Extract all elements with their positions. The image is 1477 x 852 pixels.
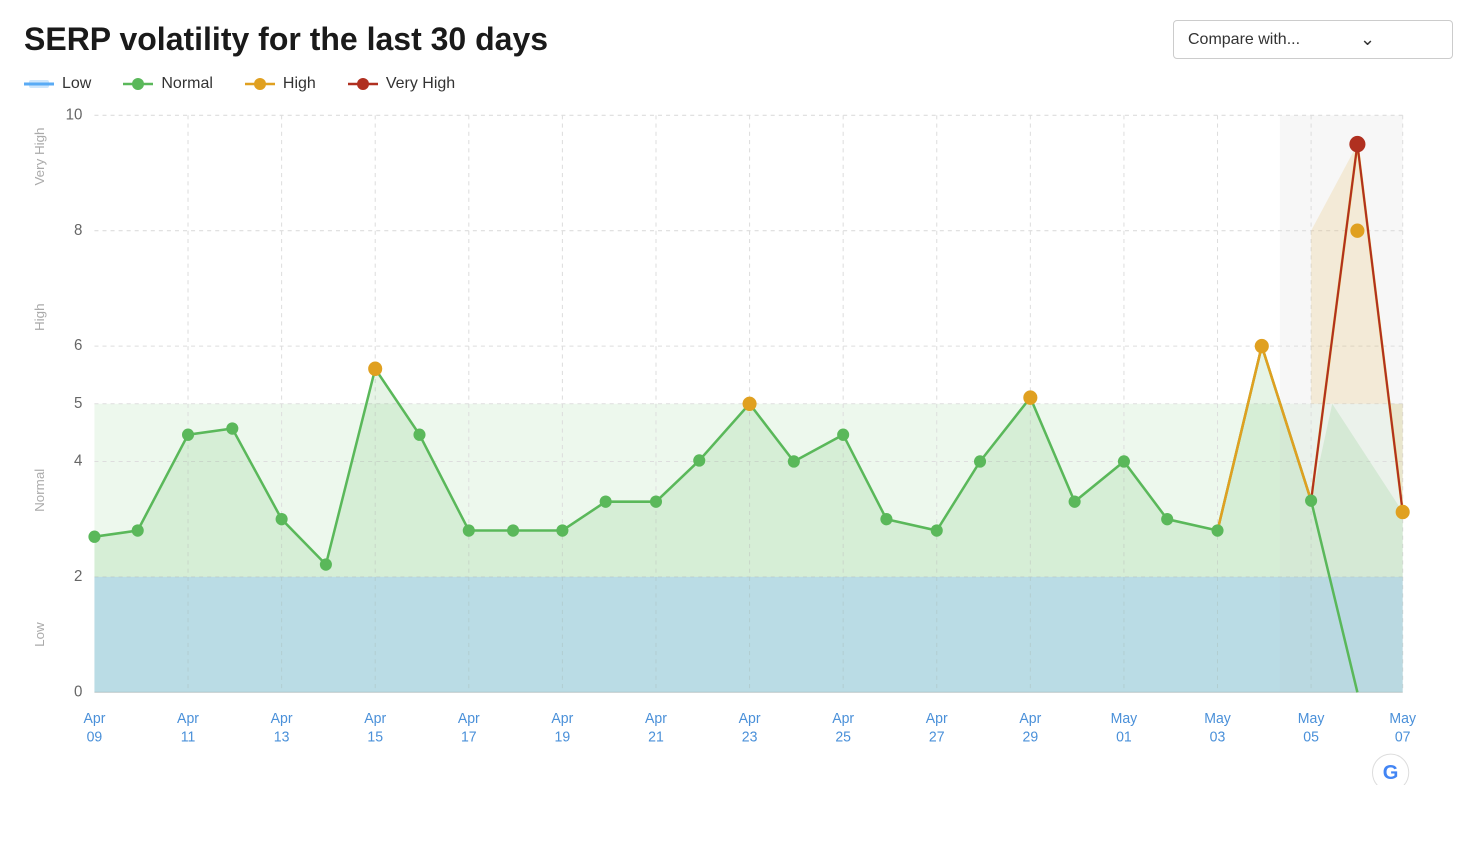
y-label-4: 4 [74,452,83,469]
x-label-may01b: 01 [1116,730,1132,746]
x-label-apr15b: 15 [367,730,383,746]
dot-may05-high [1350,223,1364,237]
chart-container: 0 2 4 5 6 8 10 Low Normal High Very High [24,105,1453,785]
y-label-6: 6 [74,337,82,354]
band-label-normal: Normal [32,469,47,512]
x-label-apr17: Apr [458,711,480,727]
dot-may01 [1118,455,1130,467]
x-label-may01: May [1111,711,1138,727]
dot-apr16 [413,429,425,441]
svg-text:G: G [1383,762,1399,784]
dot-apr22 [693,454,705,466]
dot-apr24 [788,455,800,467]
x-label-apr23b: 23 [742,730,758,746]
x-label-apr19: Apr [551,711,573,727]
x-label-may05b: 05 [1303,730,1319,746]
x-label-apr29b: 29 [1023,730,1039,746]
x-label-may07b: 07 [1395,730,1411,746]
dot-apr19b [556,524,568,536]
x-label-may07: May [1389,711,1416,727]
volatility-chart: 0 2 4 5 6 8 10 Low Normal High Very High [24,105,1453,785]
dot-apr28 [974,455,986,467]
page-header: SERP volatility for the last 30 days Com… [24,20,1453,59]
band-label-very-high: Very High [32,128,47,186]
legend-item-low: Low [24,75,91,93]
legend-item-normal: Normal [123,75,213,93]
dot-apr25 [837,429,849,441]
dot-apr12 [226,422,238,434]
x-label-apr15: Apr [364,711,386,727]
y-label-0: 0 [74,683,82,700]
dot-apr14 [320,558,332,570]
compare-label: Compare with... [1188,31,1300,49]
x-label-apr27b: 27 [929,730,945,746]
dot-apr26 [880,513,892,525]
x-label-apr13: Apr [271,711,293,727]
y-label-5: 5 [74,395,82,412]
x-label-apr11b: 11 [181,730,196,746]
x-label-may03: May [1204,711,1231,727]
compare-dropdown[interactable]: Compare with... ⌄ [1173,20,1453,59]
x-label-apr21b: 21 [648,730,664,746]
x-label-apr25: Apr [832,711,854,727]
dot-apr13 [276,513,288,525]
dot-apr20 [600,495,612,507]
x-label-apr17b: 17 [461,730,477,746]
x-label-may03b: 03 [1210,730,1226,746]
dot-may03 [1211,524,1223,536]
x-label-may05: May [1298,711,1325,727]
x-label-apr25b: 25 [835,730,851,746]
y-label-10: 10 [66,106,83,123]
legend-item-high: High [245,75,316,93]
dot-apr23-high [743,397,757,411]
band-label-low: Low [32,622,47,647]
chevron-down-icon: ⌄ [1360,29,1375,50]
legend-item-very-high: Very High [348,75,455,93]
dot-may07 [1396,505,1410,519]
dot-apr30 [1069,495,1081,507]
dot-apr29-high [1023,390,1037,404]
page-title: SERP volatility for the last 30 days [24,20,548,58]
band-label-high: High [32,303,47,331]
x-label-apr09: Apr [83,711,105,727]
x-label-apr23: Apr [739,711,761,727]
dot-apr08 [88,531,100,543]
legend-label-low: Low [62,75,91,93]
dot-may04-high [1255,339,1269,353]
legend-label-very-high: Very High [386,75,455,93]
dot-apr17 [463,524,475,536]
dot-apr15-high [368,362,382,376]
chart-legend: Low Normal High Very High [24,75,1453,93]
dot-apr27 [931,524,943,536]
x-label-apr21: Apr [645,711,667,727]
dot-apr09 [132,524,144,536]
y-label-8: 8 [74,222,82,239]
dot-may05 [1305,494,1317,506]
dot-apr19 [507,524,519,536]
dot-apr11 [182,429,194,441]
legend-label-normal: Normal [161,75,213,93]
x-label-apr13b: 13 [274,730,290,746]
x-label-apr27: Apr [926,711,948,727]
dot-apr21 [650,495,662,507]
google-icon: G [1372,754,1408,785]
legend-label-high: High [283,75,316,93]
x-label-apr09b: 09 [87,730,103,746]
x-label-apr19b: 19 [555,730,571,746]
dot-may02 [1161,513,1173,525]
y-label-2: 2 [74,568,82,585]
chart-area-blue [94,577,1402,692]
x-label-apr29: Apr [1019,711,1041,727]
x-label-apr11: Apr [177,711,199,727]
dot-very-high [1349,136,1365,152]
